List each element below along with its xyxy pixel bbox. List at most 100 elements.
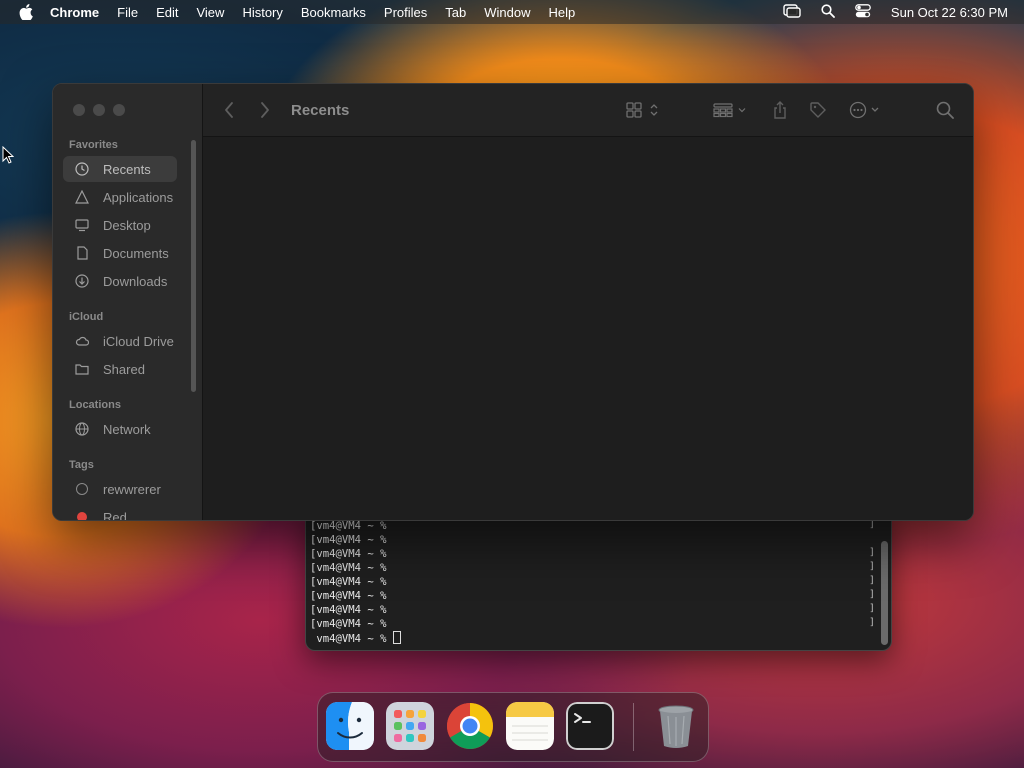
dock-separator bbox=[633, 703, 634, 751]
terminal-line: [vm4@VM4 ~ % bbox=[310, 562, 387, 574]
menu-app-name[interactable]: Chrome bbox=[50, 5, 99, 20]
sidebar-item-label: rewwrerer bbox=[103, 481, 161, 497]
menu-edit[interactable]: Edit bbox=[156, 5, 178, 20]
search-icon bbox=[936, 101, 954, 119]
sidebar-item-shared[interactable]: Shared bbox=[63, 356, 177, 382]
menu-bar: Chrome File Edit View History Bookmarks … bbox=[0, 0, 1024, 24]
group-button[interactable] bbox=[711, 84, 751, 136]
action-button[interactable] bbox=[847, 84, 887, 136]
sidebar-item-label: Shared bbox=[103, 361, 145, 377]
sidebar-item-label: Red bbox=[103, 509, 127, 521]
sidebar-item-desktop[interactable]: Desktop bbox=[63, 212, 177, 238]
screen-mirroring-icon[interactable] bbox=[783, 3, 801, 21]
finder-toolbar: Recents bbox=[203, 84, 973, 137]
share-icon bbox=[774, 101, 786, 119]
document-icon bbox=[75, 246, 89, 260]
desktop-icon bbox=[75, 218, 89, 232]
menu-history[interactable]: History bbox=[242, 5, 282, 20]
finder-icon[interactable] bbox=[326, 702, 374, 750]
terminal-cursor bbox=[392, 631, 401, 644]
menu-view[interactable]: View bbox=[196, 5, 224, 20]
sidebar-item-applications[interactable]: Applications bbox=[63, 184, 177, 210]
sidebar-item-icloud-drive[interactable]: iCloud Drive bbox=[63, 328, 177, 354]
more-options-icon bbox=[849, 101, 879, 119]
finder-sidebar: Favorites Recents Applications Desktop D… bbox=[53, 84, 203, 520]
sidebar-item-label: Desktop bbox=[103, 217, 151, 233]
terminal-line: [vm4@VM4 ~ % bbox=[310, 534, 387, 546]
forward-button[interactable] bbox=[253, 84, 277, 136]
applications-icon bbox=[75, 190, 89, 204]
launchpad-icon[interactable] bbox=[386, 702, 434, 750]
menu-tab[interactable]: Tab bbox=[445, 5, 466, 20]
terminal-icon[interactable] bbox=[566, 702, 614, 750]
menu-window[interactable]: Window bbox=[484, 5, 530, 20]
line-bracket: ] bbox=[868, 603, 875, 614]
menu-clock[interactable]: Sun Oct 22 6:30 PM bbox=[891, 5, 1008, 20]
grid-view-icon bbox=[626, 102, 658, 118]
sidebar-item-label: Network bbox=[103, 421, 151, 437]
sidebar-section-tags: Tags bbox=[69, 459, 94, 471]
sidebar-section-locations: Locations bbox=[69, 399, 121, 411]
tag-dot-icon bbox=[75, 482, 89, 496]
sidebar-item-network[interactable]: Network bbox=[63, 416, 177, 442]
window-controls bbox=[73, 104, 125, 116]
trash-icon[interactable] bbox=[652, 702, 700, 750]
terminal-line: [vm4@VM4 ~ % bbox=[310, 576, 387, 588]
sidebar-item-documents[interactable]: Documents bbox=[63, 240, 177, 266]
sidebar-item-label: Recents bbox=[103, 161, 151, 177]
tag-icon bbox=[810, 102, 826, 118]
terminal-line: [vm4@VM4 ~ % bbox=[310, 618, 387, 630]
line-bracket: ] bbox=[868, 617, 875, 628]
cloud-icon bbox=[75, 334, 89, 348]
sidebar-item-label: Documents bbox=[103, 245, 169, 261]
terminal-output: [vm4@VM4 ~ % [vm4@VM4 ~ % [vm4@VM4 ~ % [vm4… bbox=[310, 519, 401, 646]
search-button[interactable] bbox=[931, 84, 959, 136]
chevron-left-icon bbox=[225, 102, 233, 118]
control-center-icon[interactable] bbox=[855, 3, 871, 21]
window-title: Recents bbox=[291, 101, 350, 119]
minimize-button[interactable] bbox=[93, 104, 105, 116]
menu-help[interactable]: Help bbox=[549, 5, 576, 20]
download-icon bbox=[75, 274, 89, 288]
apple-menu-icon[interactable] bbox=[18, 4, 34, 20]
finder-file-list[interactable] bbox=[203, 137, 973, 520]
sidebar-item-downloads[interactable]: Downloads bbox=[63, 268, 177, 294]
sidebar-section-icloud: iCloud bbox=[69, 311, 104, 323]
clock-icon bbox=[75, 162, 89, 176]
sidebar-section-favorites: Favorites bbox=[69, 139, 118, 151]
line-bracket: ] bbox=[868, 589, 875, 600]
terminal-line: [vm4@VM4 ~ % bbox=[310, 548, 387, 560]
zoom-button[interactable] bbox=[113, 104, 125, 116]
group-grid-icon bbox=[713, 103, 746, 118]
menu-file[interactable]: File bbox=[117, 5, 138, 20]
shared-folder-icon bbox=[75, 362, 89, 376]
menu-bookmarks[interactable]: Bookmarks bbox=[301, 5, 366, 20]
red-tag-dot-icon bbox=[75, 510, 89, 520]
sidebar-item-recents[interactable]: Recents bbox=[63, 156, 177, 182]
terminal-line: [vm4@VM4 ~ % bbox=[310, 520, 387, 532]
terminal-line: [vm4@VM4 ~ % bbox=[310, 604, 387, 616]
line-bracket: ] bbox=[868, 547, 875, 558]
tags-button[interactable] bbox=[807, 84, 829, 136]
sidebar-item-tag-red[interactable]: Red bbox=[63, 504, 177, 521]
share-button[interactable] bbox=[769, 84, 791, 136]
sidebar-item-label: Downloads bbox=[103, 273, 168, 289]
terminal-window[interactable]: [vm4@VM4 ~ % [vm4@VM4 ~ % [vm4@VM4 ~ % [vm4… bbox=[305, 506, 892, 651]
finder-window[interactable]: Favorites Recents Applications Desktop D… bbox=[52, 83, 974, 521]
back-button[interactable] bbox=[217, 84, 241, 136]
globe-icon bbox=[75, 422, 89, 436]
spotlight-search-icon[interactable] bbox=[821, 3, 835, 21]
chevron-right-icon bbox=[261, 102, 269, 118]
terminal-prompt-line[interactable]: vm4@VM4 ~ % bbox=[310, 631, 401, 646]
terminal-scrollbar[interactable] bbox=[881, 541, 888, 645]
notes-icon[interactable] bbox=[506, 702, 554, 750]
menu-profiles[interactable]: Profiles bbox=[384, 5, 427, 20]
chrome-icon[interactable] bbox=[446, 702, 494, 750]
sidebar-scrollbar[interactable] bbox=[191, 140, 196, 392]
view-mode-button[interactable] bbox=[623, 84, 663, 136]
sidebar-item-tag-rewwrerer[interactable]: rewwrerer bbox=[63, 476, 177, 502]
terminal-line: [vm4@VM4 ~ % bbox=[310, 590, 387, 602]
close-button[interactable] bbox=[73, 104, 85, 116]
line-bracket: ] bbox=[868, 561, 875, 572]
line-bracket: ] bbox=[868, 575, 875, 586]
